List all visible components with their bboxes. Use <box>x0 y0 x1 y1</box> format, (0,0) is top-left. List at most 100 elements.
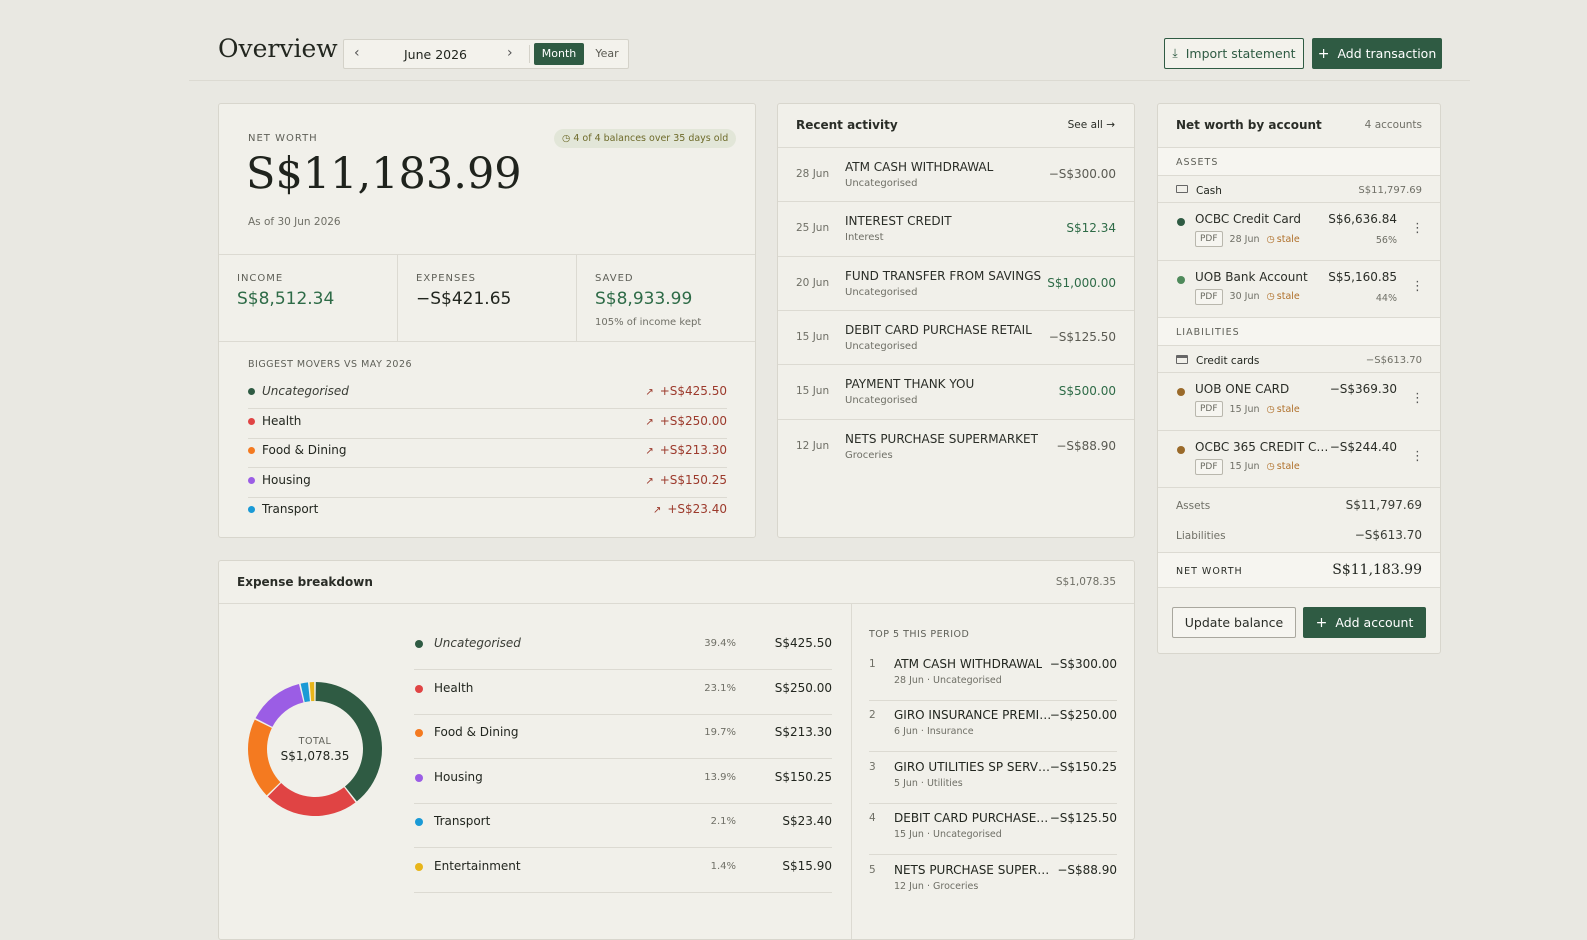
donut-slice-entertainment[interactable] <box>309 682 315 702</box>
see-all-link[interactable]: See all → <box>1068 119 1115 131</box>
account-row[interactable]: OCBC 365 CREDIT CA... −S$244.40 PDF 15 Jun ◷… <box>1158 429 1440 487</box>
arrow-up-right-icon: ↗ <box>645 387 654 398</box>
net-worth-label: NET WORTH <box>248 133 318 144</box>
account-row[interactable]: UOB Bank Account S$5,160.85 PDF 30 Jun ◷ stal… <box>1158 259 1440 317</box>
period-label[interactable]: June 2026 <box>404 47 467 62</box>
stale-badge-text: 4 of 4 balances over 35 days old <box>573 133 729 144</box>
activity-row[interactable]: 15 Jun DEBIT CARD PURCHASE RETAIL Uncatego… <box>778 309 1134 364</box>
liabilities-header: LIABILITIES <box>1158 317 1440 345</box>
mover-name: Housing <box>262 472 311 487</box>
pdf-badge[interactable]: PDF <box>1195 458 1223 475</box>
more-options-icon[interactable]: ⋮ <box>1411 280 1424 293</box>
account-amount: −S$244.40 <box>1329 439 1397 454</box>
breakdown-vertical-divider <box>851 604 852 939</box>
import-statement-button[interactable]: ⤓ Import statement <box>1164 38 1304 69</box>
clock-icon: ◷ <box>1266 461 1275 472</box>
arrow-right-icon: → <box>1106 119 1115 131</box>
account-meta: PDF 15 Jun ◷ stale <box>1195 401 1300 417</box>
header-divider <box>189 80 1470 81</box>
top-expense-row[interactable]: 3 GIRO UTILITIES SP SERVI... 5 Jun · Utili… <box>869 753 1117 804</box>
pdf-badge[interactable]: PDF <box>1195 288 1223 305</box>
as-of-date: As of 30 Jun 2026 <box>248 216 341 228</box>
category-dot <box>248 417 255 425</box>
category-percent: 1.4% <box>710 860 736 872</box>
activity-date: 12 Jun <box>796 439 830 452</box>
category-dot <box>415 862 423 871</box>
top-expense-row[interactable]: 5 NETS PURCHASE SUPERM... 12 Jun · Groceri… <box>869 856 1117 907</box>
top-expense-row[interactable]: 1 ATM CASH WITHDRAWAL 28 Jun · Uncategoris… <box>869 650 1117 701</box>
chevron-left-icon[interactable]: ‹ <box>354 45 360 61</box>
activity-category: Uncategorised <box>845 286 918 298</box>
activity-date: 20 Jun <box>796 276 830 289</box>
donut-slice-health[interactable] <box>267 783 356 816</box>
pdf-badge[interactable]: PDF <box>1195 231 1223 247</box>
donut-total-label: TOTAL <box>298 736 332 747</box>
stale-label: stale <box>1276 291 1300 302</box>
category-row[interactable]: Food & Dining 19.7% S$213.30 <box>414 715 832 759</box>
activity-amount: −S$88.90 <box>1056 438 1116 453</box>
activity-category: Interest <box>845 232 884 244</box>
income-cell: INCOME S$8,512.34 <box>219 255 398 342</box>
tab-year[interactable]: Year <box>590 43 624 65</box>
more-options-icon[interactable]: ⋮ <box>1411 450 1424 463</box>
activity-amount: S$1,000.00 <box>1047 275 1116 290</box>
activity-name: INTEREST CREDIT <box>845 214 952 229</box>
summary-networth-row: NET WORTH S$11,183.99 <box>1158 552 1440 588</box>
liabilities-section-label: LIABILITIES <box>1176 327 1240 338</box>
summary-row: INCOME S$8,512.34 EXPENSES −S$421.65 SAV… <box>219 254 755 342</box>
category-row[interactable]: Uncategorised 39.4% S$425.50 <box>414 626 832 670</box>
mover-name: Health <box>262 413 302 428</box>
more-options-icon[interactable]: ⋮ <box>1411 392 1424 405</box>
stale-badge: ◷ 4 of 4 balances over 35 days old <box>554 129 737 148</box>
expense-donut-chart: TOTAL S$1,078.35 <box>248 682 382 816</box>
account-row[interactable]: OCBC Credit Card S$6,636.84 PDF 28 Jun ◷ stal… <box>1158 202 1440 259</box>
add-account-button[interactable]: + Add account <box>1303 607 1426 638</box>
category-row[interactable]: Transport 2.1% S$23.40 <box>414 804 832 848</box>
category-name: Entertainment <box>434 858 521 873</box>
account-amount: S$5,160.85 <box>1328 269 1397 284</box>
category-dot <box>248 506 255 514</box>
mover-amount-value: +S$250.00 <box>659 413 727 428</box>
top-expense-meta: 15 Jun · Uncategorised <box>894 829 1002 841</box>
activity-date: 28 Jun <box>796 168 830 180</box>
category-name: Transport <box>434 814 491 828</box>
category-name: Housing <box>434 769 483 784</box>
activity-row[interactable]: 15 Jun PAYMENT THANK YOU Uncategorised S$50… <box>778 364 1134 418</box>
donut-slice-housing[interactable] <box>255 683 304 727</box>
top-expense-rank: 2 <box>869 709 876 722</box>
activity-row[interactable]: 12 Jun NETS PURCHASE SUPERMARKET Groceries… <box>778 418 1134 473</box>
activity-row[interactable]: 25 Jun INTEREST CREDIT Interest S$12.34 <box>778 201 1134 255</box>
activity-row[interactable]: 28 Jun ATM CASH WITHDRAWAL Uncategorised −S… <box>778 147 1134 201</box>
top-expense-row[interactable]: 2 GIRO INSURANCE PREMIU... 6 Jun · Insuran… <box>869 701 1117 753</box>
stale-indicator: ◷ stale <box>1267 291 1300 302</box>
chevron-right-icon[interactable]: › <box>507 45 513 61</box>
cash-group-name: Cash <box>1196 185 1222 197</box>
donut-slice-food-dining[interactable] <box>248 719 281 796</box>
account-updated-date: 15 Jun <box>1229 403 1260 415</box>
category-dot <box>248 476 255 484</box>
update-balance-button[interactable]: Update balance <box>1172 607 1296 638</box>
summary-networth-value: S$11,183.99 <box>1332 562 1422 578</box>
top-expense-amount: −S$250.00 <box>1049 708 1117 723</box>
assets-header: ASSETS <box>1158 147 1440 175</box>
activity-amount: S$12.34 <box>1066 221 1116 236</box>
add-transaction-button[interactable]: + Add transaction <box>1312 38 1442 69</box>
arrow-up-right-icon: ↗ <box>645 416 654 428</box>
top-expense-amount: −S$125.50 <box>1049 811 1117 826</box>
more-options-icon[interactable]: ⋮ <box>1411 222 1424 235</box>
credit-cards-group-row: Credit cards −S$613.70 <box>1158 345 1440 372</box>
clock-icon: ◷ <box>1266 291 1275 302</box>
category-row[interactable]: Housing 13.9% S$150.25 <box>414 760 832 804</box>
category-row[interactable]: Health 23.1% S$250.00 <box>414 671 832 715</box>
account-color-dot <box>1177 445 1185 454</box>
tab-month[interactable]: Month <box>534 43 584 65</box>
pdf-badge[interactable]: PDF <box>1195 401 1223 417</box>
top-expense-name: DEBIT CARD PURCHASE R... <box>894 811 1052 826</box>
account-row[interactable]: UOB ONE CARD −S$369.30 PDF 15 Jun ◷ stale ⋮ <box>1158 372 1440 429</box>
activity-row[interactable]: 20 Jun FUND TRANSFER FROM SAVINGS Uncatego… <box>778 255 1134 310</box>
activity-name: DEBIT CARD PURCHASE RETAIL <box>845 322 1032 337</box>
import-statement-label: Import statement <box>1185 46 1296 61</box>
category-row[interactable]: Entertainment 1.4% S$15.90 <box>414 849 832 893</box>
top-expense-row[interactable]: 4 DEBIT CARD PURCHASE R... 15 Jun · Uncate… <box>869 804 1117 856</box>
clock-icon: ◷ <box>1266 233 1275 245</box>
